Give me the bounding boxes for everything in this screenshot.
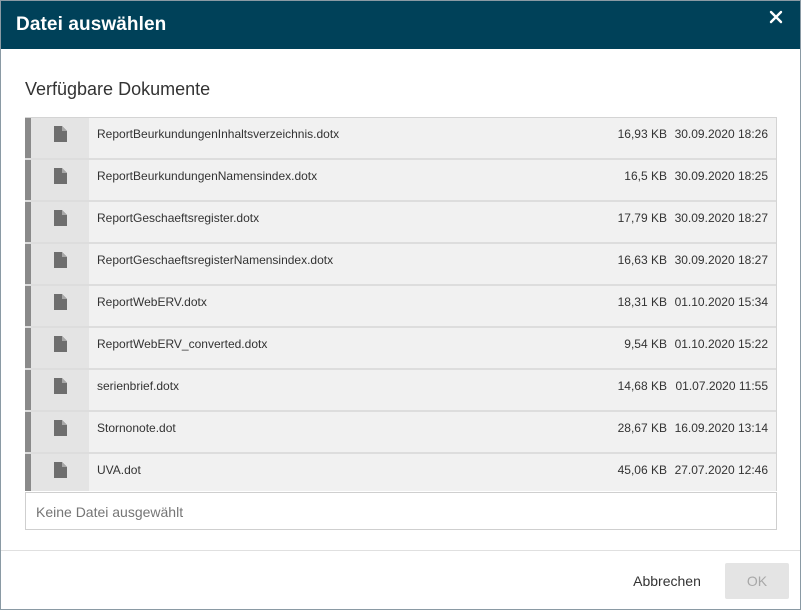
file-size: 17,79 KB [617,211,667,225]
file-icon [31,454,89,491]
dialog-header: Datei auswählen [1,1,800,49]
file-size: 16,63 KB [617,253,667,267]
file-name: ReportGeschaeftsregister.dotx [97,211,260,225]
file-icon [31,412,89,452]
file-size: 18,31 KB [617,295,667,309]
file-date: 27.07.2020 12:46 [674,463,768,477]
file-row[interactable]: ReportGeschaeftsregisterNamensindex.dotx… [25,244,776,286]
file-size: 14,68 KB [617,379,667,393]
file-icon [31,286,89,326]
file-date: 30.09.2020 18:27 [674,253,768,267]
file-date: 01.10.2020 15:22 [674,337,768,351]
file-row[interactable]: ReportBeurkundungenNamensindex.dotx 16,5 … [25,160,776,202]
file-size: 16,5 KB [624,169,667,183]
file-name: serienbrief.dotx [97,379,180,393]
file-row[interactable]: ReportBeurkundungenInhaltsverzeichnis.do… [25,118,776,160]
file-date: 01.10.2020 15:34 [674,295,768,309]
file-size: 45,06 KB [617,463,667,477]
file-icon [31,160,89,200]
file-icon [31,118,89,158]
dialog-title: Datei auswählen [16,14,167,35]
file-date: 30.09.2020 18:27 [674,211,768,225]
file-icon [31,328,89,368]
selected-file-field: Keine Datei ausgewählt [25,492,777,530]
ok-button[interactable]: OK [725,563,789,599]
file-select-dialog: Datei auswählen Verfügbare Dokumente Rep… [0,0,801,610]
footer-divider [1,550,800,551]
cancel-button[interactable]: Abbrechen [625,563,709,599]
file-date: 30.09.2020 18:25 [674,169,768,183]
file-name: ReportWebERV.dotx [97,295,207,309]
file-row[interactable]: ReportGeschaeftsregister.dotx 17,79 KB 30.… [25,202,776,244]
file-row[interactable]: ReportWebERV_converted.dotx 9,54 KB 01.10.… [25,328,776,370]
file-icon [31,202,89,242]
section-title: Verfügbare Dokumente [25,79,211,99]
file-name: ReportGeschaeftsregisterNamensindex.dotx [97,253,334,267]
file-name: UVA.dot [97,463,141,477]
file-row[interactable]: serienbrief.dotx 14,68 KB 01.07.2020 11:55 [25,370,776,412]
file-size: 9,54 KB [624,337,667,351]
file-icon [31,370,89,410]
close-icon[interactable] [764,7,788,29]
file-size: 28,67 KB [617,421,667,435]
file-date: 01.07.2020 11:55 [675,379,768,393]
file-name: Stornonote.dot [97,421,176,435]
file-icon [31,244,89,284]
file-date: 30.09.2020 18:26 [674,127,768,141]
file-row[interactable]: ReportWebERV.dotx 18,31 KB 01.10.2020 15:3… [25,286,776,328]
file-list[interactable]: ReportBeurkundungenInhaltsverzeichnis.do… [25,117,777,491]
file-row[interactable]: UVA.dot 45,06 KB 27.07.2020 12:46 [25,454,776,491]
file-name: ReportWebERV_converted.dotx [97,337,268,351]
file-name: ReportBeurkundungenNamensindex.dotx [97,169,318,183]
selected-file-text: Keine Datei ausgewählt [36,504,184,520]
file-size: 16,93 KB [617,127,667,141]
file-name: ReportBeurkundungenInhaltsverzeichnis.do… [97,127,340,141]
file-date: 16.09.2020 13:14 [674,421,768,435]
file-row[interactable]: Stornonote.dot 28,67 KB 16.09.2020 13:14 [25,412,776,454]
